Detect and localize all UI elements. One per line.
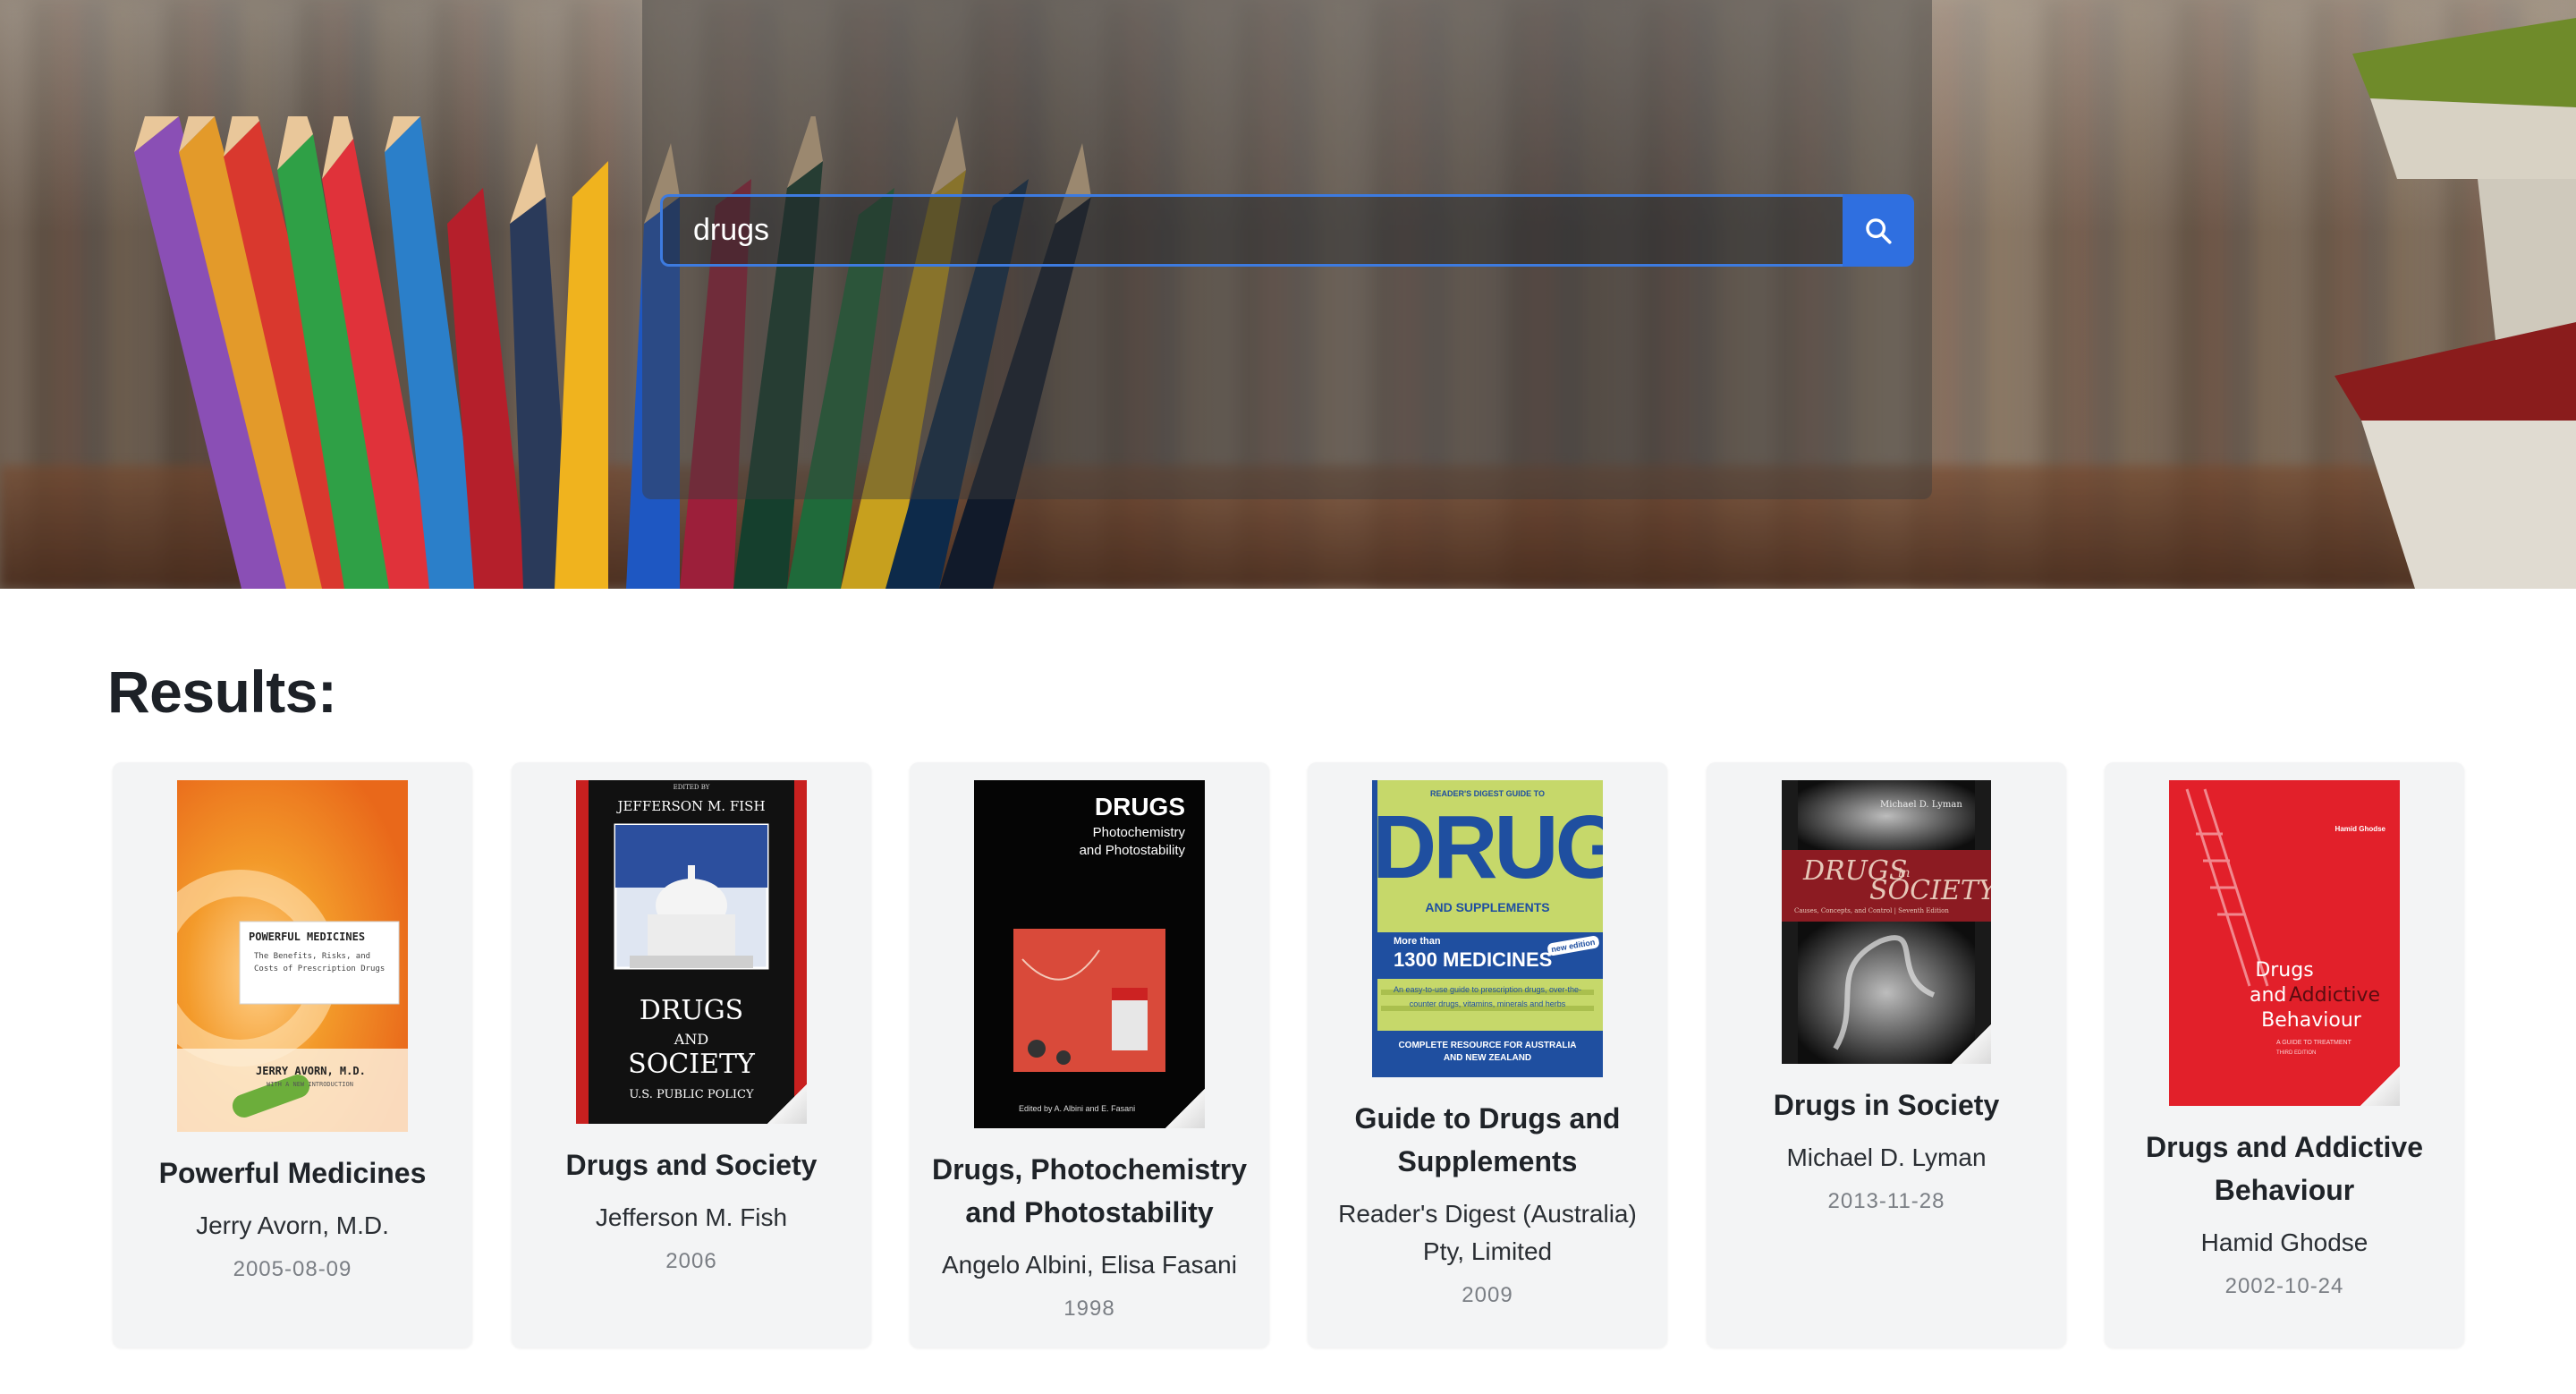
book-title[interactable]: Guide to Drugs and Supplements (1324, 1097, 1651, 1183)
book-date: 2009 (1462, 1283, 1513, 1307)
hero-banner (0, 0, 2576, 589)
book-author: Hamid Ghodse (2200, 1228, 2368, 1256)
book-cover-drugs-in-society[interactable]: Michael D. Lyman DRUGS in SOCIETY Causes… (1782, 780, 1991, 1064)
book-card[interactable]: DRUGS Photochemistry and Photostability … (910, 762, 1269, 1347)
book-author: Reader's Digest (Australia) Pty, Limited (1338, 1200, 1637, 1265)
book-cover-drugs-and-society[interactable]: EDITED BY JEFFERSON M. FISH DRUGS AND SO… (576, 780, 807, 1124)
book-card[interactable]: Hamid Ghodse Drugs and Addictive Behavio… (2105, 762, 2464, 1347)
book-cover-guide-to-drugs[interactable]: READER'S DIGEST GUIDE TO DRUGS AND SUPPL… (1372, 780, 1603, 1077)
book-title[interactable]: Drugs and Addictive Behaviour (2121, 1126, 2448, 1211)
search-icon (1866, 217, 1892, 244)
book-stack-image (2334, 18, 2576, 589)
book-card[interactable]: Michael D. Lyman DRUGS in SOCIETY Causes… (1707, 762, 2066, 1347)
book-cover-drugs-and-addictive-behaviour[interactable]: Hamid Ghodse Drugs and Addictive Behavio… (2169, 780, 2400, 1106)
book-title[interactable]: Powerful Medicines (159, 1152, 427, 1194)
results-heading: Results: (107, 659, 337, 725)
book-card[interactable]: POWERFUL MEDICINES The Benefits, Risks, … (113, 762, 472, 1347)
book-date: 1998 (1063, 1296, 1115, 1321)
book-date: 2006 (665, 1249, 717, 1273)
book-date: 2002-10-24 (2224, 1274, 2344, 1298)
book-card[interactable]: READER'S DIGEST GUIDE TO DRUGS AND SUPPL… (1308, 762, 1667, 1347)
book-author: Jefferson M. Fish (595, 1203, 788, 1231)
book-cover-powerful-medicines[interactable]: POWERFUL MEDICINES The Benefits, Risks, … (177, 780, 408, 1132)
book-title[interactable]: Drugs in Society (1774, 1084, 2000, 1126)
book-title[interactable]: Drugs, Photochemistry and Photostability (926, 1148, 1253, 1234)
book-date: 2013-11-28 (1827, 1189, 1945, 1213)
book-cover-drugs-photochemistry[interactable]: DRUGS Photochemistry and Photostability … (974, 780, 1205, 1128)
search-input[interactable] (660, 194, 1843, 267)
book-author: Jerry Avorn, M.D. (196, 1211, 389, 1239)
book-date: 2005-08-09 (233, 1257, 352, 1281)
book-author: Michael D. Lyman (1786, 1143, 1987, 1171)
book-card[interactable]: EDITED BY JEFFERSON M. FISH DRUGS AND SO… (512, 762, 871, 1347)
book-author: Angelo Albini, Elisa Fasani (942, 1251, 1237, 1279)
search-button[interactable] (1843, 194, 1914, 267)
book-title[interactable]: Drugs and Society (566, 1143, 818, 1186)
